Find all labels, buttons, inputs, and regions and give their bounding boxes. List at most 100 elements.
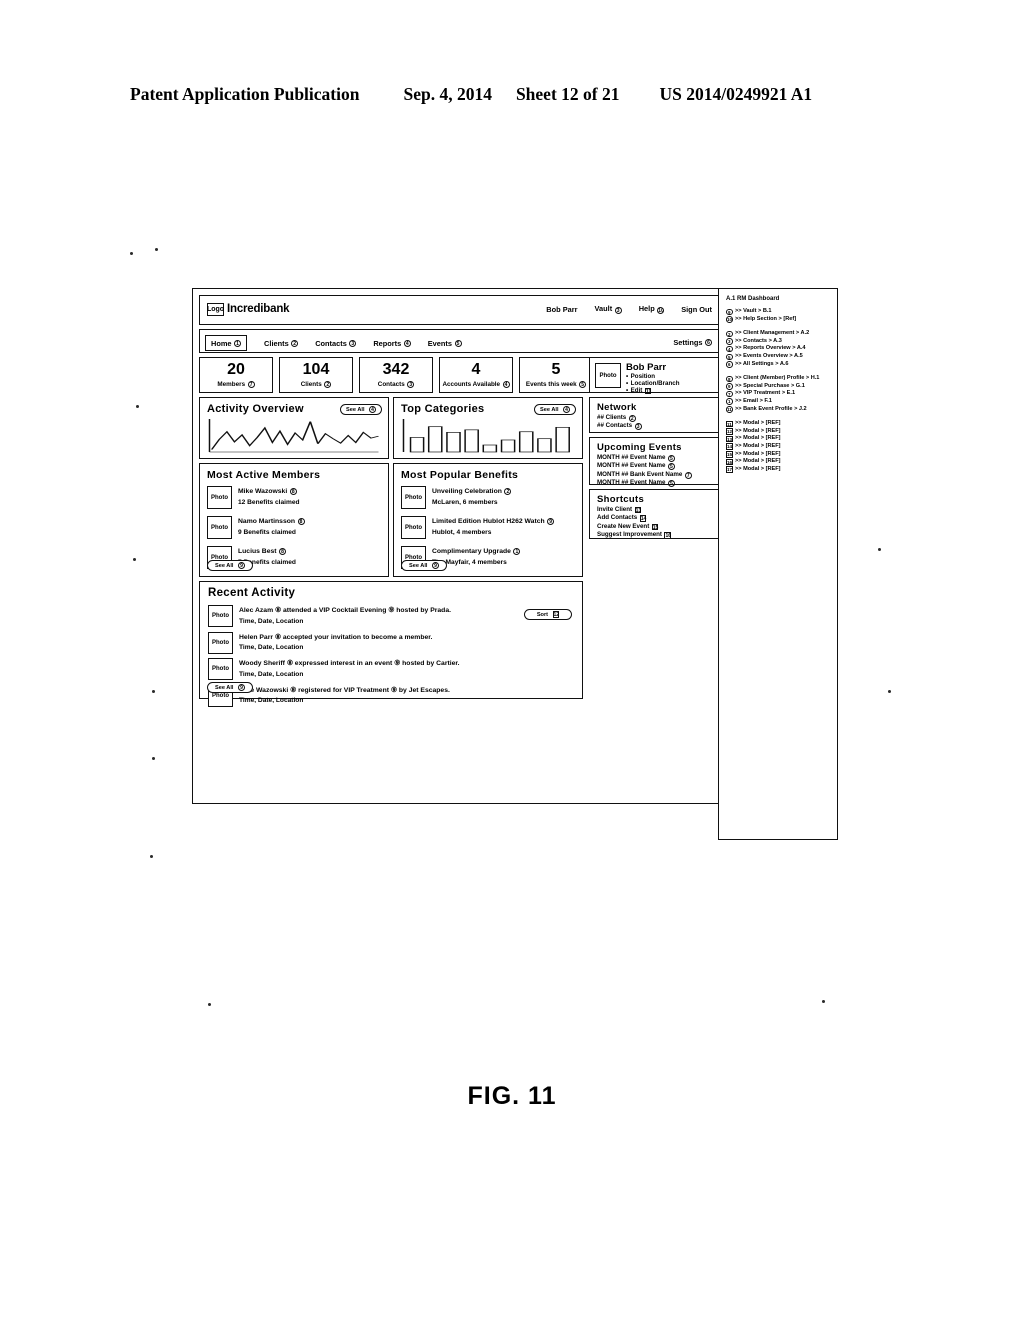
top-nav-item-user[interactable]: Bob Parr xyxy=(546,305,577,314)
top-categories-bar-chart xyxy=(402,419,574,453)
recent-activity-see-all-button[interactable]: See All 9 xyxy=(207,682,253,693)
members-see-all-button[interactable]: See All 9 xyxy=(207,560,253,571)
scan-speck xyxy=(133,558,136,561)
shortcut-label: Add Contacts xyxy=(597,514,638,522)
patent-date-label: Sep. 4, 2014 xyxy=(403,84,492,104)
top-nav-item-help[interactable]: Help 10 xyxy=(639,304,665,314)
stat-tile-events[interactable]: 5 Events this week 5 xyxy=(519,357,593,393)
nav-item-clients[interactable]: Clients 2 xyxy=(264,337,299,350)
profile-edit[interactable]: • Edit 11 xyxy=(626,387,680,395)
shortcut-add-contacts[interactable]: Add Contacts 14 xyxy=(597,514,715,522)
profile-position-label: Position xyxy=(630,373,656,380)
stat-members-value: 20 xyxy=(227,361,245,378)
activity-text: Alec Azam ⑧ attended a VIP Cocktail Even… xyxy=(239,607,451,614)
stat-tile-contacts[interactable]: 342 Contacts 3 xyxy=(359,357,433,393)
activity-row[interactable]: Photo Woody Sheriff ⑧ expressed interest… xyxy=(208,658,574,680)
benefit-thumbnail: Photo xyxy=(401,486,426,509)
shortcut-invite-client[interactable]: Invite Client 13 xyxy=(597,506,715,514)
event-ref-icon: 5 xyxy=(667,463,675,471)
activity-see-all-ref-icon: 4 xyxy=(369,406,376,413)
upcoming-events-title: Upcoming Events xyxy=(597,442,682,453)
activity-see-all-button[interactable]: See All 4 xyxy=(340,404,382,415)
profile-card[interactable]: Photo Bob Parr • Position • Location/Branc… xyxy=(589,357,721,395)
activity-row[interactable]: Photo Mike Wazowski ⑧ registered for VIP… xyxy=(208,684,574,707)
benefits-see-all-button[interactable]: See All 9 xyxy=(401,560,447,571)
annotation-ref-icon: 12 xyxy=(726,428,733,435)
annotation-text: >> Modal > [REF] xyxy=(735,442,781,449)
member-detail: 12 Benefits claimed xyxy=(238,499,300,506)
app-main-nav-bar: Home 1 Clients 2 Contacts 3 Reports 4 Events… xyxy=(199,329,721,353)
most-popular-benefits-title: Most Popular Benefits xyxy=(401,469,519,481)
event-item[interactable]: MONTH ## Event Name 5 xyxy=(597,462,715,471)
annotation-item: 4 >> Reports Overview > A.4 xyxy=(726,345,832,353)
shortcut-create-event[interactable]: Create New Event 15 xyxy=(597,523,715,531)
member-name: Mike Wazowski 8 xyxy=(238,487,300,496)
recent-activity-see-all-label: See All xyxy=(215,684,234,691)
categories-see-all-button[interactable]: See All 4 xyxy=(534,404,576,415)
annotation-item: 17 >> Modal > [REF] xyxy=(726,466,832,474)
top-nav-item-signout[interactable]: Sign Out xyxy=(681,305,712,314)
nav-item-reports[interactable]: Reports 4 xyxy=(373,337,411,350)
network-item-contacts[interactable]: ## Contacts 3 xyxy=(597,422,715,431)
event-item[interactable]: MONTH ## Event Name 5 xyxy=(597,479,715,487)
member-name-label: Namo Martinsson xyxy=(238,518,296,525)
annotation-ref-icon: 10 xyxy=(726,316,733,323)
activity-row[interactable]: Photo Helen Parr ⑧ accepted your invitat… xyxy=(208,631,574,654)
annotation-text: >> Client (Member) Profile > H.1 xyxy=(735,375,820,382)
nav-item-events[interactable]: Events 5 xyxy=(428,337,462,350)
shortcut-label: Create New Event xyxy=(597,522,650,530)
annotation-text: >> Modal > [REF] xyxy=(735,450,781,457)
annotation-ref-icon: 15 xyxy=(726,451,733,458)
annotation-ref-icon: 16 xyxy=(726,458,733,466)
stat-tile-accounts[interactable]: 4 Accounts Available 4 xyxy=(439,357,513,393)
chart-bar xyxy=(482,444,498,453)
stat-members-text: Members xyxy=(217,381,246,388)
event-label: MONTH ## Bank Event Name xyxy=(597,470,683,478)
annotation-item: 3 >> Contacts > A.3 xyxy=(726,338,832,346)
list-item[interactable]: Photo Mike Wazowski 8 12 Benefits claimed xyxy=(207,486,383,509)
scan-speck xyxy=(152,757,155,760)
activity-see-all-label: See All xyxy=(346,406,365,413)
annotation-item: 15 >> Modal > [REF] xyxy=(726,451,832,459)
activity-chart-svg xyxy=(208,419,379,453)
event-ref-icon: 5 xyxy=(667,479,675,487)
stat-tile-members[interactable]: 20 Members 7 xyxy=(199,357,273,393)
event-ref-icon: 5 xyxy=(667,454,675,462)
chart-bar xyxy=(537,438,552,453)
benefit-ref-icon: 2 xyxy=(504,488,512,495)
chart-bar xyxy=(446,432,461,453)
contacts-stat-ref-icon: 3 xyxy=(407,381,415,388)
list-item[interactable]: Photo Namo Martinsson 8 9 Benefits claime… xyxy=(207,516,383,539)
annotation-item: 14 >> Modal > [REF] xyxy=(726,443,832,451)
annotation-ref-icon: 11 xyxy=(726,420,733,428)
annotation-item: 12 >> Modal > [REF] xyxy=(726,428,832,436)
vault-ref-icon: 3 xyxy=(614,307,622,314)
activity-meta: Time, Date, Location xyxy=(239,670,304,678)
bullet-icon: • xyxy=(626,380,629,388)
annotation-ref-icon: 17 xyxy=(726,466,733,473)
nav-item-home[interactable]: Home 1 xyxy=(205,335,248,351)
activity-row[interactable]: Photo Alec Azam ⑧ attended a VIP Cocktai… xyxy=(208,605,574,627)
network-item-clients[interactable]: ## Clients 2 xyxy=(597,414,715,422)
stat-contacts-label: Contacts 3 xyxy=(378,381,415,388)
nav-item-settings[interactable]: Settings 6 xyxy=(673,338,712,347)
top-categories-panel: Top Categories See All 4 xyxy=(393,397,583,459)
chart-bar xyxy=(555,426,570,453)
top-nav-item-vault[interactable]: Vault 3 xyxy=(595,304,622,314)
annotation-item: 9 >> Special Purchase > G.1 xyxy=(726,383,832,391)
activity-text: Woody Sheriff ⑧ expressed interest in an… xyxy=(239,660,460,667)
annotation-text: >> Help Section > [Ref] xyxy=(735,315,797,322)
stat-clients-value: 104 xyxy=(302,361,330,378)
event-item[interactable]: MONTH ## Event Name 5 xyxy=(597,454,715,462)
chart-bar xyxy=(409,437,425,453)
annotation-item: 16 >> Modal > [REF] xyxy=(726,458,832,466)
stats-row: 20 Members 7 104 Clients 2 342 Contacts 3 4… xyxy=(199,357,593,393)
patent-page-header: Patent Application Publication Sep. 4, 2… xyxy=(130,84,890,105)
annotation-group: 8 >> Client (Member) Profile > H.1 9 >> Spe… xyxy=(726,375,832,413)
shortcut-suggest-improvement[interactable]: Suggest Improvement 16 xyxy=(597,531,715,539)
event-item[interactable]: MONTH ## Bank Event Name 7 xyxy=(597,471,715,479)
list-item[interactable]: Photo Limited Edition Hublot H262 Watch 9… xyxy=(401,516,577,539)
nav-item-contacts[interactable]: Contacts 3 xyxy=(315,337,357,350)
stat-tile-clients[interactable]: 104 Clients 2 xyxy=(279,357,353,393)
list-item[interactable]: Photo Unveiling Celebration 2 McLaren, 6 … xyxy=(401,486,577,509)
